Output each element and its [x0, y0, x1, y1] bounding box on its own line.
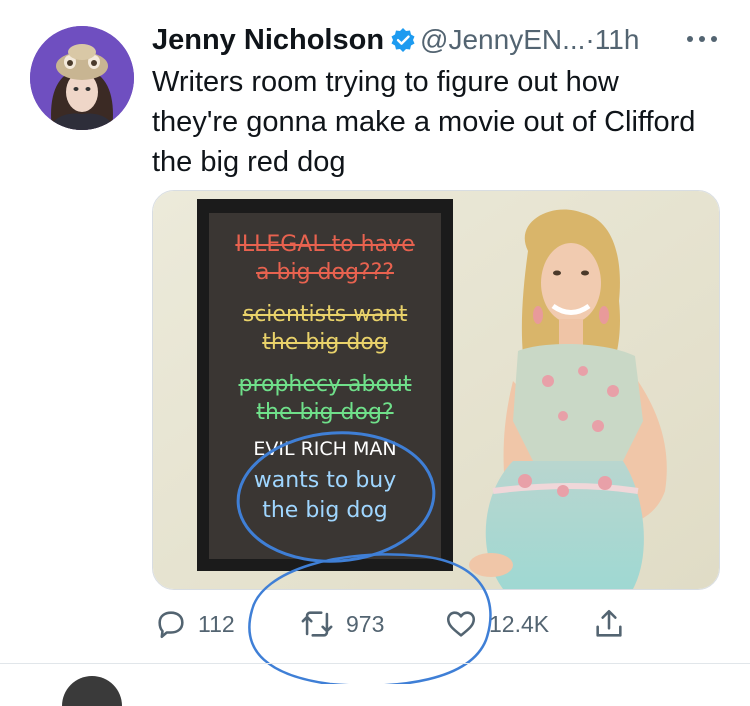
tweet-divider — [0, 663, 750, 664]
next-tweet-avatar[interactable] — [62, 676, 122, 706]
author-handle[interactable]: @JennyEN... — [420, 24, 585, 55]
tweet-timestamp[interactable]: 11h — [595, 24, 640, 55]
share-button[interactable] — [592, 604, 626, 644]
reply-icon — [158, 611, 184, 639]
reply-count: 112 — [198, 610, 235, 637]
share-icon — [596, 609, 622, 637]
tweet-media-image[interactable]: ILLEGAL to have a big dog??? scientists wa… — [152, 190, 720, 590]
tweet-actions-bar: 112 973 12.4K — [0, 600, 750, 650]
retweet-icon — [301, 611, 333, 637]
tweet-text: Writers room trying to figure out how th… — [152, 66, 696, 178]
like-count: 12.4K — [489, 610, 550, 637]
separator-dot: · — [585, 24, 595, 55]
retweet-button[interactable]: 973 — [298, 604, 384, 644]
reply-button[interactable]: 112 — [154, 604, 235, 644]
like-button[interactable]: 12.4K — [443, 604, 549, 644]
author-name[interactable]: Jenny Nicholson — [152, 24, 384, 56]
author-avatar[interactable] — [30, 26, 134, 130]
heart-icon — [446, 611, 476, 637]
verified-badge-icon — [390, 27, 416, 58]
tweet-header: Jenny Nicholson @JennyEN...·11h — [152, 24, 722, 58]
more-dots-icon[interactable] — [682, 24, 722, 61]
retweet-count: 973 — [346, 610, 385, 637]
